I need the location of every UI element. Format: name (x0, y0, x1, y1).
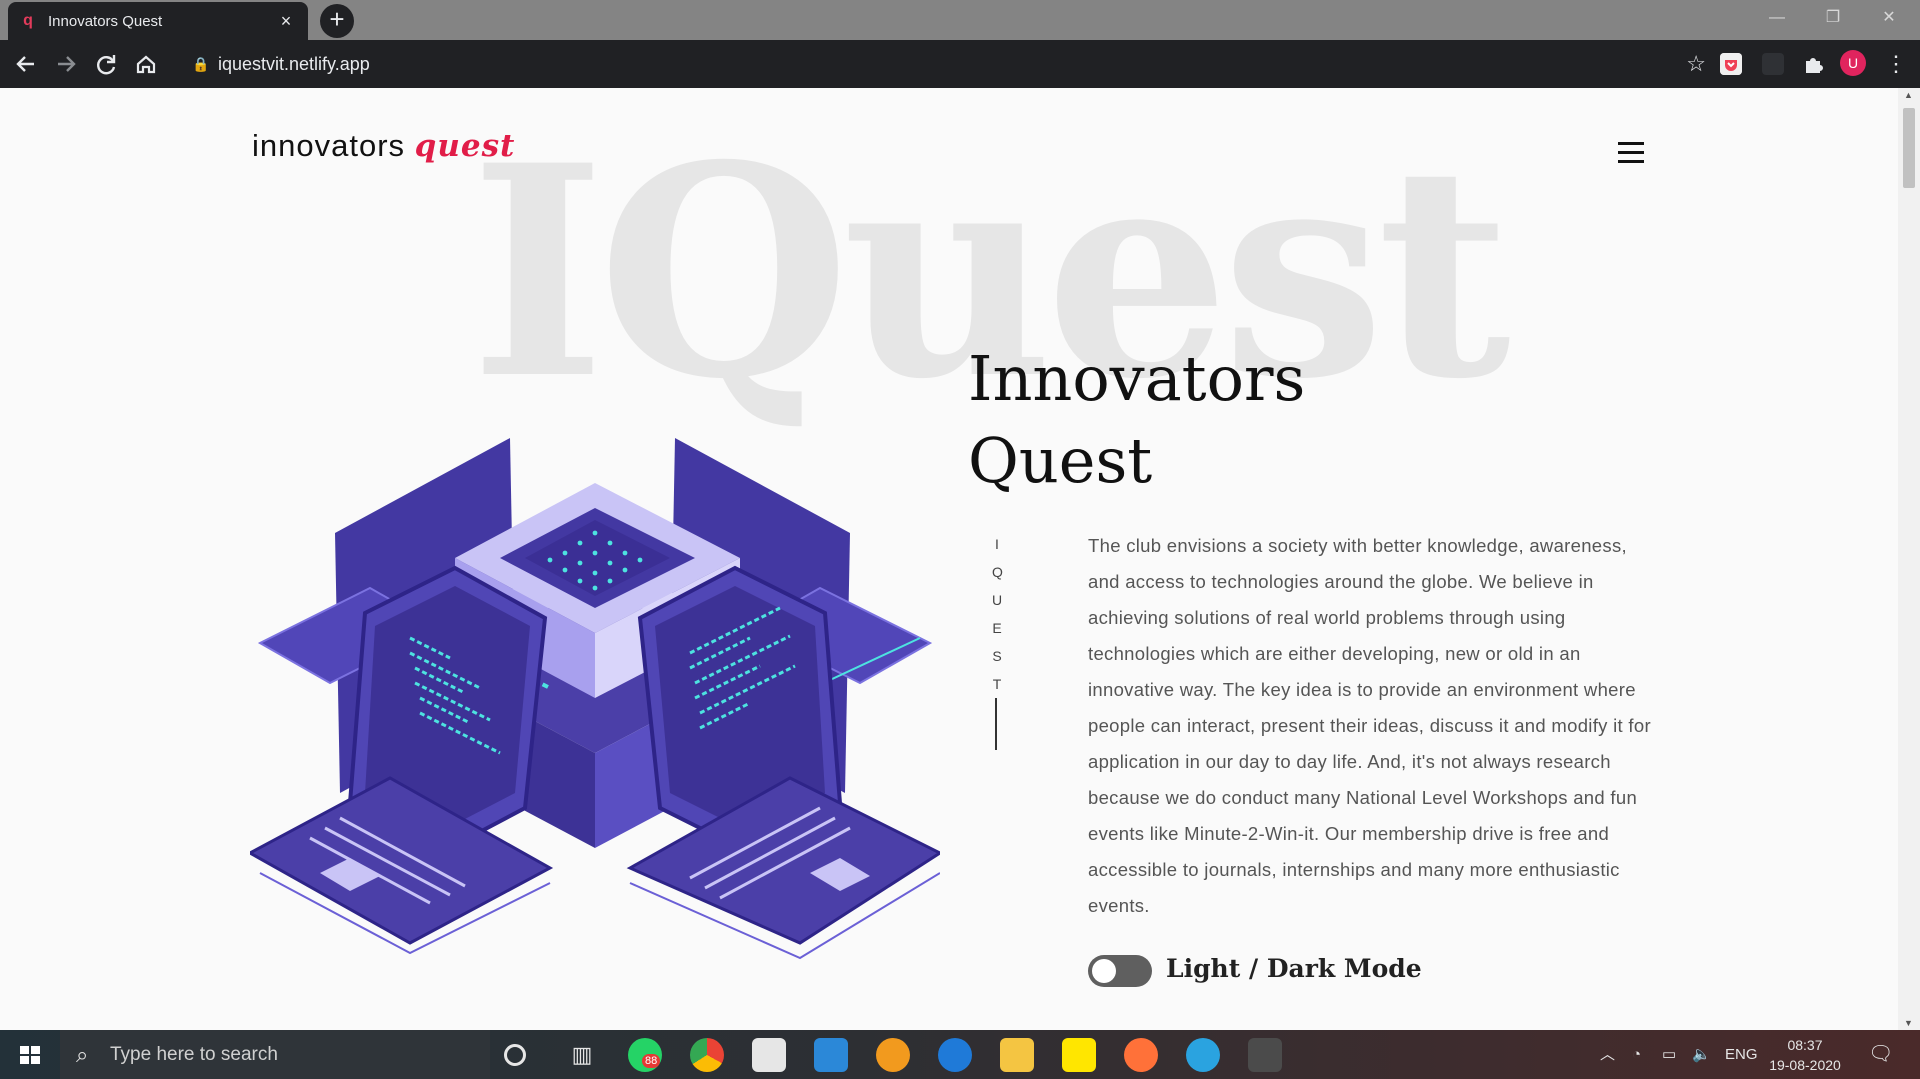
scrollbar-thumb[interactable] (1903, 108, 1915, 188)
title-line-2: Quest (968, 424, 1153, 497)
scroll-up-arrow-icon[interactable]: ▲ (1904, 90, 1913, 100)
windows-start-icon[interactable] (0, 1030, 60, 1079)
language-indicator[interactable]: ENG (1725, 1030, 1758, 1079)
vertical-label-letter: I (995, 536, 999, 552)
tab-strip: q Innovators Quest × + — ❐ ✕ (0, 0, 1920, 40)
address-bar[interactable]: 🔒 iquestvit.netlify.app ☆ (178, 46, 1720, 82)
new-tab-button[interactable]: + (320, 4, 354, 38)
battery-icon[interactable]: ▭ (1662, 1030, 1676, 1079)
cortana-icon[interactable] (504, 1044, 526, 1066)
firefox-icon[interactable] (1124, 1038, 1158, 1072)
vertical-label-letter: T (992, 676, 1002, 692)
back-icon[interactable] (10, 48, 42, 80)
vertical-divider (995, 698, 997, 750)
taskbar-clock[interactable]: 08:37 19-08-2020 (1760, 1035, 1850, 1075)
tab-close-button[interactable]: × (276, 11, 296, 31)
taskbar-search[interactable]: ⌕ Type here to search (60, 1030, 490, 1079)
site-favicon-icon: q (23, 12, 33, 29)
site-logo[interactable]: innovators quest (252, 128, 515, 164)
tray-chevron-icon[interactable]: ︿ (1600, 1030, 1615, 1079)
extension-icon[interactable] (1762, 53, 1784, 75)
logo-accent: quest (414, 128, 516, 164)
scroll-down-arrow-icon[interactable]: ▼ (1904, 1018, 1913, 1028)
restore-button[interactable]: ❐ (1810, 0, 1856, 36)
edge-icon[interactable] (938, 1038, 972, 1072)
sublime-text-icon[interactable] (1248, 1038, 1282, 1072)
file-explorer-icon[interactable] (1000, 1038, 1034, 1072)
reload-icon[interactable] (90, 48, 122, 80)
profile-avatar[interactable]: U (1840, 50, 1866, 76)
forward-icon[interactable] (50, 48, 82, 80)
page-scrollbar[interactable]: ▲ ▼ (1898, 88, 1920, 1030)
url-text: iquestvit.netlify.app (218, 54, 370, 74)
clock-date: 19-08-2020 (1769, 1057, 1841, 1073)
sticky-notes-icon[interactable] (1062, 1038, 1096, 1072)
home-icon[interactable] (130, 48, 162, 80)
vertical-label-letter: S (992, 648, 1002, 664)
windows-taskbar: ⌕ Type here to search ▥ 88 ︿ ◔ ▭ 🔈 ENG 0… (0, 1030, 1920, 1079)
vertical-label-letter: Q (992, 564, 1003, 580)
bookmark-star-icon[interactable]: ☆ (1686, 46, 1706, 82)
wifi-icon[interactable]: ◔ (1632, 1030, 1641, 1079)
toggle-knob (1092, 959, 1116, 983)
taskbar-search-placeholder: Type here to search (110, 1044, 278, 1065)
brave-icon[interactable] (876, 1038, 910, 1072)
telegram-icon[interactable] (1186, 1038, 1220, 1072)
hero-illustration (250, 438, 940, 960)
tab-title: Innovators Quest (48, 12, 163, 30)
hamburger-menu-icon[interactable] (1618, 142, 1644, 164)
browser-toolbar: 🔒 iquestvit.netlify.app ☆ ⋮ (0, 40, 1920, 88)
pocket-extension-icon[interactable] (1720, 53, 1742, 75)
search-icon: ⌕ (76, 1042, 89, 1067)
logo-text: innovators (252, 128, 406, 163)
notifications-icon[interactable]: 🗨 (1868, 1030, 1893, 1079)
lock-icon: 🔒 (192, 56, 210, 72)
page-title: Innovators Quest (968, 338, 1418, 502)
microsoft-store-icon[interactable] (752, 1038, 786, 1072)
close-window-button[interactable]: ✕ (1866, 0, 1912, 36)
vertical-label-letter: E (992, 620, 1002, 636)
chrome-icon[interactable] (690, 1038, 724, 1072)
vertical-label-letter: U (992, 592, 1003, 608)
volume-icon[interactable]: 🔈 (1692, 1030, 1711, 1079)
puzzle-extensions-icon[interactable] (1802, 53, 1824, 75)
menu-kebab-icon[interactable]: ⋮ (1880, 48, 1912, 80)
theme-toggle-label: Light / Dark Mode (1166, 954, 1422, 983)
mail-icon[interactable] (814, 1038, 848, 1072)
clock-time: 08:37 (1787, 1037, 1823, 1053)
browser-tab[interactable]: q Innovators Quest × (8, 2, 308, 40)
title-line-1: Innovators (968, 342, 1306, 415)
vertical-label: IQUEST (992, 530, 1003, 698)
minimize-button[interactable]: — (1754, 0, 1800, 36)
whatsapp-icon[interactable]: 88 (628, 1038, 662, 1072)
theme-toggle-switch[interactable] (1088, 955, 1152, 987)
whatsapp-badge: 88 (642, 1054, 661, 1068)
web-page: I Quest innovators quest Innovators Quest… (0, 88, 1898, 1030)
task-view-icon[interactable]: ▥ (565, 1038, 599, 1072)
club-description: The club envisions a society with better… (1088, 535, 1651, 916)
